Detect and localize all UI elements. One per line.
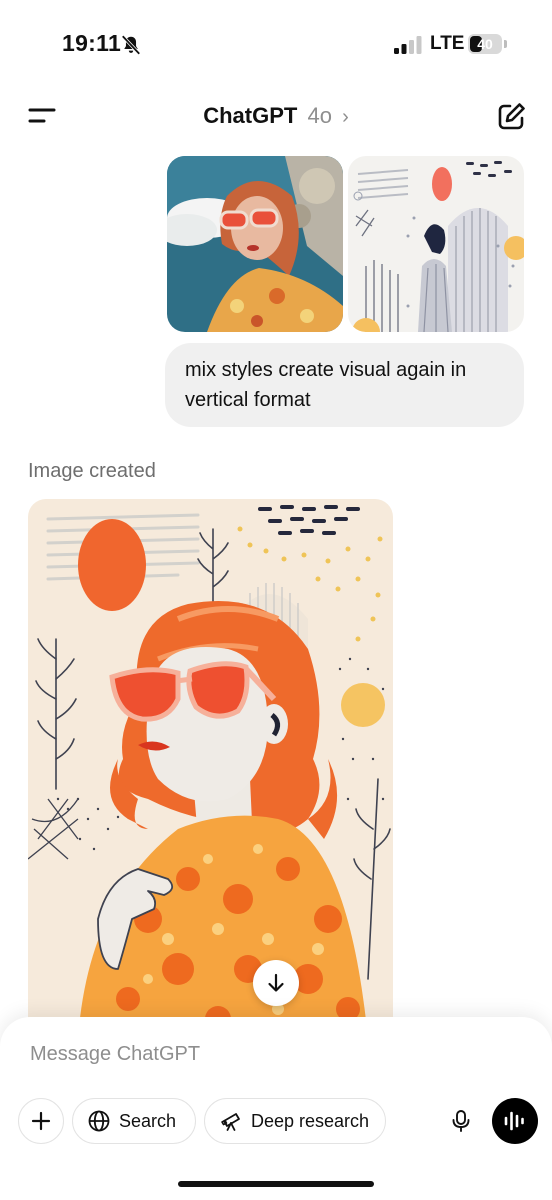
chevron-right-icon: › <box>342 106 349 128</box>
globe-icon <box>88 1110 110 1132</box>
dictate-button[interactable] <box>438 1098 484 1144</box>
bell-slash-icon <box>121 35 141 55</box>
message-input[interactable] <box>30 1043 430 1066</box>
composer: Search Deep research <box>0 1017 552 1200</box>
telescope-icon <box>221 1113 240 1131</box>
add-attachment-button[interactable] <box>18 1098 64 1144</box>
app-title: ChatGPT <box>203 103 298 128</box>
mic-icon <box>452 1110 470 1132</box>
deep-research-label: Deep research <box>251 1110 370 1131</box>
user-image-illustration[interactable] <box>348 156 524 332</box>
model-selector[interactable]: ChatGPT 4o › <box>0 103 552 129</box>
status-bar: 19:11 LTE 40 <box>0 0 552 90</box>
network-type: LTE <box>430 33 465 54</box>
home-indicator <box>178 1181 374 1187</box>
search-label: Search <box>119 1110 177 1131</box>
model-name: 4o <box>307 103 332 128</box>
generated-image[interactable] <box>28 499 393 1039</box>
compose-icon[interactable] <box>494 100 528 134</box>
user-message-bubble: mix styles create visual again in vertic… <box>165 343 524 427</box>
scroll-down-button[interactable] <box>253 960 299 1006</box>
voice-mode-button[interactable] <box>492 1098 538 1144</box>
plus-icon <box>31 1111 51 1131</box>
status-time: 19:11 <box>62 30 122 56</box>
search-button[interactable]: Search <box>72 1098 196 1144</box>
waveform-icon <box>504 1111 524 1131</box>
user-image-photo[interactable] <box>167 156 343 332</box>
deep-research-button[interactable]: Deep research <box>204 1098 386 1144</box>
signal-icon <box>394 36 422 54</box>
image-created-label: Image created <box>28 460 156 482</box>
battery-percent: 40 <box>477 36 493 52</box>
arrow-down-icon <box>268 973 284 992</box>
battery-indicator: 40 <box>468 34 508 54</box>
